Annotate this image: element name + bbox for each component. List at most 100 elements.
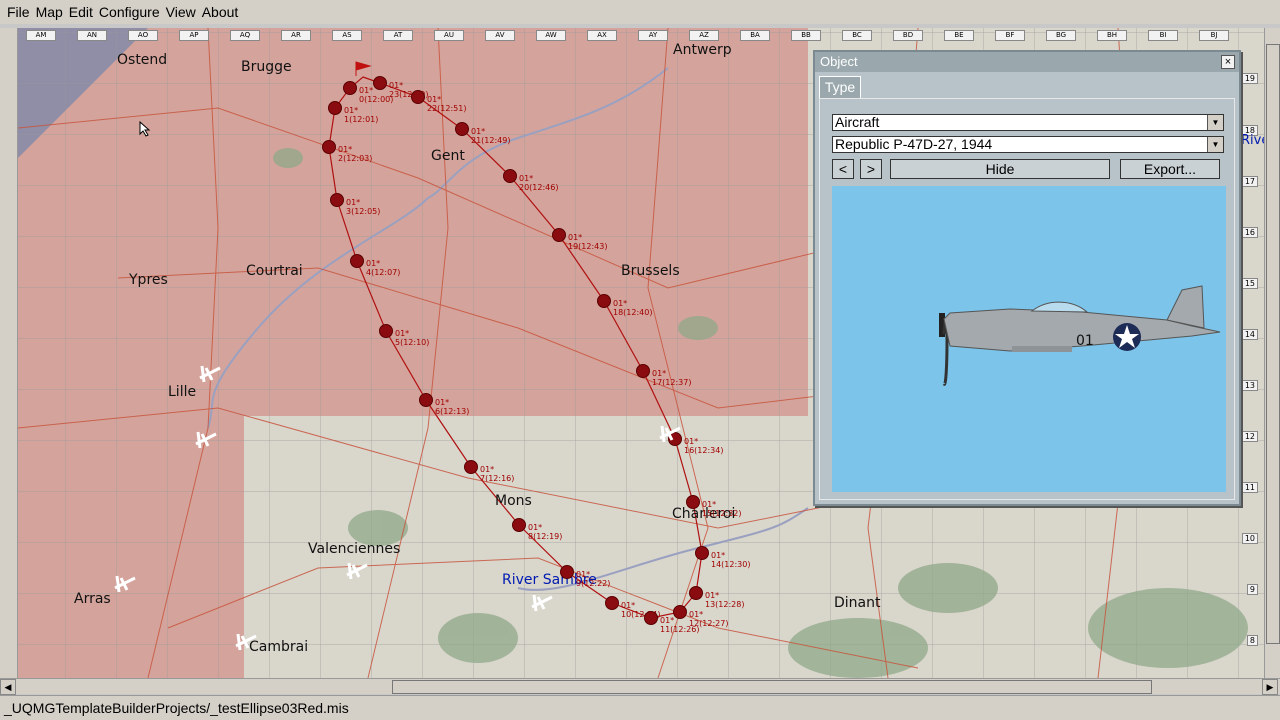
- hide-button[interactable]: Hide: [890, 159, 1110, 179]
- grid-col-label: AS: [332, 30, 362, 41]
- grid-row-label: 14: [1241, 329, 1258, 340]
- waypoint[interactable]: [411, 90, 425, 104]
- waypoint[interactable]: [328, 101, 342, 115]
- grid-col-label: AV: [485, 30, 515, 41]
- grid-row-label: 8: [1246, 635, 1258, 646]
- airfield-icon[interactable]: [530, 593, 554, 613]
- grid-row-label: 15: [1241, 278, 1258, 289]
- waypoint[interactable]: [350, 254, 364, 268]
- airfield-icon[interactable]: [194, 430, 218, 450]
- aircraft-preview: 01: [832, 186, 1226, 492]
- city-courtrai: Courtrai: [246, 263, 303, 279]
- waypoint[interactable]: [464, 460, 478, 474]
- grid-col-label: BF: [995, 30, 1025, 41]
- chevron-down-icon[interactable]: ▼: [1207, 115, 1223, 130]
- model-select[interactable]: Republic P-47D-27, 1944 ▼: [832, 136, 1224, 153]
- waypoint-label: 01* 14(12:30): [711, 551, 751, 569]
- grid-row-label: 13: [1241, 380, 1258, 391]
- waypoint[interactable]: [552, 228, 566, 242]
- tab-type[interactable]: Type: [819, 76, 861, 98]
- aircraft-image: 01: [939, 285, 1221, 386]
- airfield-icon[interactable]: [234, 632, 258, 652]
- menu-configure[interactable]: Configure: [96, 4, 163, 20]
- menu-file[interactable]: File: [4, 4, 33, 20]
- grid-col-label: BB: [791, 30, 821, 41]
- grid-col-label: AM: [26, 30, 56, 41]
- grid-col-label: BA: [740, 30, 770, 41]
- grid-col-label: BI: [1148, 30, 1178, 41]
- waypoint[interactable]: [512, 518, 526, 532]
- city-gent: Gent: [431, 148, 465, 164]
- waypoint[interactable]: [644, 611, 658, 625]
- waypoint[interactable]: [597, 294, 611, 308]
- grid-col-label: BC: [842, 30, 872, 41]
- vertical-scrollbar[interactable]: [1264, 28, 1280, 678]
- next-button[interactable]: >: [860, 159, 882, 179]
- waypoint-label: 01* 2(12:03): [338, 145, 373, 163]
- horizontal-scrollbar[interactable]: ◀ ▶: [0, 678, 1280, 695]
- category-value: Aircraft: [835, 114, 880, 130]
- waypoint[interactable]: [419, 393, 433, 407]
- city-ypres: Ypres: [129, 272, 168, 288]
- waypoint-label: 01* 19(12:43): [568, 233, 608, 251]
- waypoint[interactable]: [322, 140, 336, 154]
- grid-col-label: AO: [128, 30, 158, 41]
- scroll-left-arrow-icon[interactable]: ◀: [0, 679, 16, 695]
- column-ruler: AM AN AO AP AQ AR AS AT AU AV AW AX AY A…: [18, 28, 1264, 42]
- horizontal-scroll-thumb[interactable]: [392, 680, 1152, 694]
- left-ruler: [0, 28, 18, 678]
- waypoint[interactable]: [503, 169, 517, 183]
- prev-button[interactable]: <: [832, 159, 854, 179]
- waypoint-label: 01* 4(12:07): [366, 259, 401, 277]
- dialog-title-bar[interactable]: Object ×: [815, 52, 1239, 72]
- grid-row-label: 12: [1241, 431, 1258, 442]
- menu-about[interactable]: About: [199, 4, 242, 20]
- waypoint[interactable]: [695, 546, 709, 560]
- waypoint[interactable]: [343, 81, 357, 95]
- chevron-down-icon[interactable]: ▼: [1207, 137, 1223, 152]
- airfield-icon[interactable]: [658, 424, 682, 444]
- waypoint[interactable]: [379, 324, 393, 338]
- grid-col-label: AW: [536, 30, 566, 41]
- export-button[interactable]: Export...: [1120, 159, 1220, 179]
- clipped-river-label: Rive: [1241, 133, 1264, 148]
- waypoint[interactable]: [686, 495, 700, 509]
- airfield-icon[interactable]: [198, 364, 222, 384]
- waypoint-label: 01* 15(12:32): [702, 500, 742, 518]
- city-ostend: Ostend: [117, 52, 168, 68]
- waypoint[interactable]: [330, 193, 344, 207]
- waypoint[interactable]: [636, 364, 650, 378]
- airfield-icon[interactable]: [345, 561, 369, 581]
- grid-col-label: AY: [638, 30, 668, 41]
- airfield-icon[interactable]: [113, 574, 137, 594]
- grid-col-label: AN: [77, 30, 107, 41]
- waypoint[interactable]: [605, 596, 619, 610]
- menu-map[interactable]: Map: [33, 4, 66, 20]
- menu-edit[interactable]: Edit: [66, 4, 96, 20]
- city-dinant: Dinant: [834, 595, 881, 611]
- waypoint-label: 01* 11(12:26): [660, 616, 700, 634]
- aircraft-marking: 01: [1076, 333, 1094, 349]
- city-mons: Mons: [495, 493, 532, 509]
- model-value: Republic P-47D-27, 1944: [835, 136, 993, 152]
- waypoint[interactable]: [455, 122, 469, 136]
- grid-col-label: AX: [587, 30, 617, 41]
- waypoint-label: 01* 3(12:05): [346, 198, 381, 216]
- grid-col-label: AT: [383, 30, 413, 41]
- scroll-right-arrow-icon[interactable]: ▶: [1262, 679, 1278, 695]
- category-select[interactable]: Aircraft ▼: [832, 114, 1224, 131]
- grid-col-label: AU: [434, 30, 464, 41]
- close-icon[interactable]: ×: [1221, 55, 1235, 69]
- waypoint-label: 01* 22(12:51): [427, 95, 467, 113]
- vertical-scroll-thumb[interactable]: [1266, 44, 1280, 644]
- waypoint[interactable]: [689, 586, 703, 600]
- grid-col-label: BJ: [1199, 30, 1229, 41]
- grid-row-label: 17: [1241, 176, 1258, 187]
- menu-view[interactable]: View: [163, 4, 199, 20]
- grid-row-label: 19: [1241, 73, 1258, 84]
- grid-row-label: 9: [1246, 584, 1258, 595]
- waypoint[interactable]: [560, 565, 574, 579]
- city-antwerp: Antwerp: [673, 42, 732, 58]
- grid-row-label: 16: [1241, 227, 1258, 238]
- city-arras: Arras: [74, 591, 111, 607]
